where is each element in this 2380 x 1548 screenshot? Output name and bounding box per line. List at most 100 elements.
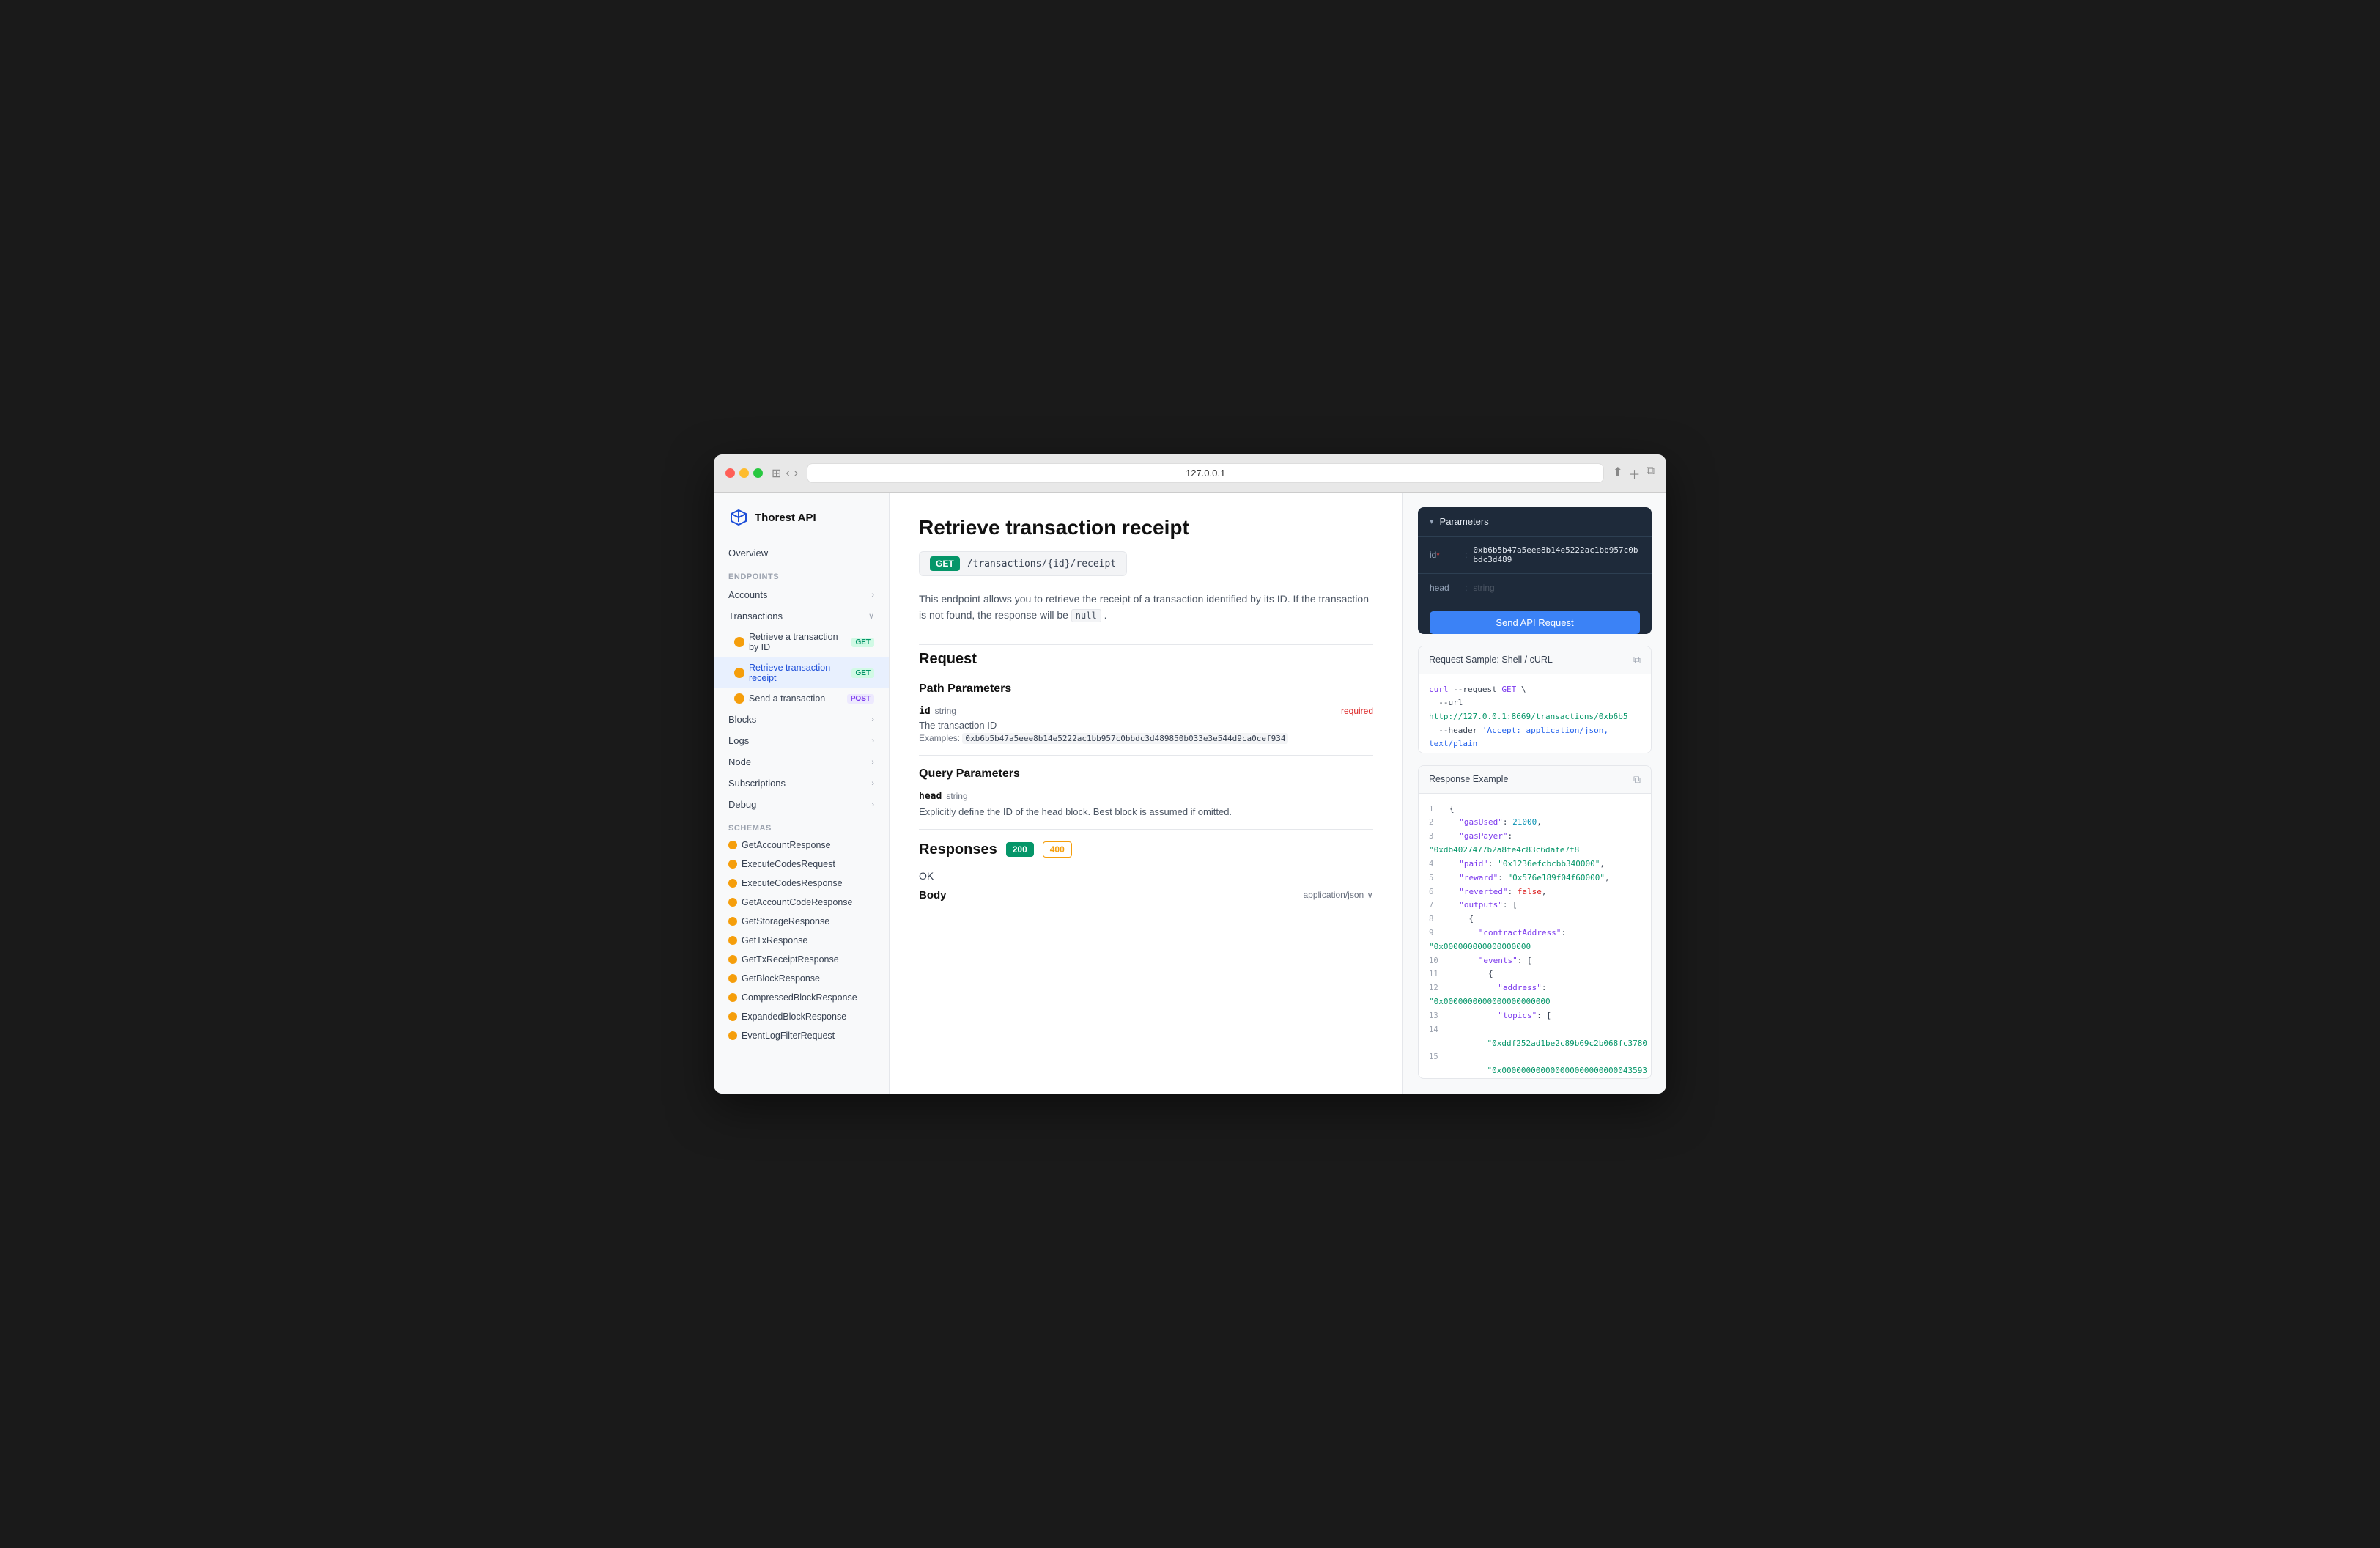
path-params-title: Path Parameters [919, 682, 1373, 696]
schema-item-get-account-code[interactable]: GetAccountCodeResponse [714, 893, 889, 912]
right-panel: ▾ Parameters id* : 0xb6b5b47a5eee8b14e52… [1402, 493, 1666, 1094]
sample-panel-header: Request Sample: Shell / cURL ⧉ [1419, 646, 1651, 674]
status-400-badge[interactable]: 400 [1043, 841, 1072, 858]
retrieve-tx-dot [734, 637, 744, 647]
close-button[interactable] [725, 468, 735, 478]
share-icon[interactable]: ⬆ [1613, 465, 1622, 482]
sample-panel-title[interactable]: Request Sample: Shell / cURL [1429, 655, 1553, 665]
head-param-desc: Explicitly define the ID of the head blo… [919, 806, 1373, 817]
head-param-name: head [919, 791, 942, 802]
minimize-button[interactable] [739, 468, 749, 478]
response-panel-title: Response Example [1429, 774, 1508, 784]
id-param-row: id string required The transaction ID Ex… [919, 706, 1373, 743]
sidebar-sub-item-retrieve-receipt[interactable]: Retrieve transaction receipt GET [714, 657, 889, 688]
logo-icon [728, 507, 749, 528]
main-content: Retrieve transaction receipt GET /transa… [890, 493, 1402, 1094]
sidebar-logo: Thorest API [714, 507, 889, 542]
head-param-row: head string Explicitly define the ID of … [919, 791, 1373, 817]
parameters-panel-header: ▾ Parameters [1418, 507, 1652, 537]
params-panel-title: Parameters [1440, 516, 1489, 527]
tabs-icon[interactable]: ⧉ [1647, 465, 1655, 482]
ok-label: OK [919, 870, 1373, 882]
head-param-type: string [946, 791, 967, 801]
sidebar-item-transactions[interactable]: Transactions ∨ [714, 605, 889, 627]
divider-2 [919, 829, 1373, 830]
send-tx-dot [734, 693, 744, 704]
back-button[interactable]: ‹ [786, 467, 789, 480]
sidebar-item-debug[interactable]: Debug › [714, 794, 889, 815]
browser-actions: ⬆ ＋ ⧉ [1613, 465, 1655, 482]
schema-item-get-account[interactable]: GetAccountResponse [714, 836, 889, 855]
maximize-button[interactable] [753, 468, 763, 478]
copy-icon[interactable]: ⧉ [1633, 654, 1641, 666]
sidebar-item-subscriptions[interactable]: Subscriptions › [714, 773, 889, 794]
transactions-sub-items: Retrieve a transaction by ID GET Retriev… [714, 627, 889, 709]
request-section-title: Request [919, 644, 1373, 668]
browser-controls: ⊞ ‹ › [772, 466, 798, 481]
schema-dot [728, 841, 737, 849]
retrieve-tx-method: GET [851, 638, 874, 647]
sidebar-sub-item-send-tx[interactable]: Send a transaction POST [714, 688, 889, 709]
schema-item-get-tx-receipt[interactable]: GetTxReceiptResponse [714, 950, 889, 969]
retrieve-receipt-dot [734, 668, 744, 678]
schema-dot [728, 898, 737, 907]
accounts-chevron: › [871, 591, 874, 600]
id-input-value[interactable]: 0xb6b5b47a5eee8b14e5222ac1bb957c0bbdc3d4… [1473, 545, 1640, 564]
id-param-name: id [919, 706, 931, 717]
schema-item-get-tx[interactable]: GetTxResponse [714, 931, 889, 950]
transactions-chevron: ∨ [868, 611, 874, 621]
send-api-button[interactable]: Send API Request [1430, 611, 1640, 634]
sidebar-item-overview[interactable]: Overview [714, 542, 889, 564]
response-code-area: 1{ 2 "gasUsed": 21000, 3 "gasPayer": "0x… [1419, 794, 1651, 1079]
id-param-desc: The transaction ID [919, 720, 1373, 731]
schema-dot [728, 1012, 737, 1021]
description: This endpoint allows you to retrieve the… [919, 591, 1373, 624]
id-param-example: Examples: 0xb6b5b47a5eee8b14e5222ac1bb95… [919, 733, 1373, 743]
response-example-panel: Response Example ⧉ 1{ 2 "gasUsed": 21000… [1418, 765, 1652, 1079]
body-title: Body [919, 889, 947, 902]
id-input-row: id* : 0xb6b5b47a5eee8b14e5222ac1bb957c0b… [1418, 537, 1652, 574]
sidebar-sub-item-retrieve-tx[interactable]: Retrieve a transaction by ID GET [714, 627, 889, 657]
schema-item-get-block[interactable]: GetBlockResponse [714, 969, 889, 988]
response-copy-icon[interactable]: ⧉ [1633, 773, 1641, 786]
schema-item-compressed-block[interactable]: CompressedBlockResponse [714, 988, 889, 1007]
schema-item-event-log-filter[interactable]: EventLogFilterRequest [714, 1026, 889, 1045]
id-input-label: id* [1430, 550, 1459, 560]
sidebar-toggle-icon[interactable]: ⊞ [772, 466, 781, 481]
retrieve-receipt-method: GET [851, 668, 874, 678]
browser-chrome: ⊞ ‹ › 127.0.0.1 ⬆ ＋ ⧉ [714, 454, 1666, 493]
schemas-section-label: SCHEMAS [714, 815, 889, 836]
get-badge: GET [930, 556, 960, 571]
sidebar: Thorest API Overview ENDPOINTS Accounts … [714, 493, 890, 1094]
null-code: null [1071, 609, 1101, 622]
new-tab-icon[interactable]: ＋ [1629, 465, 1641, 482]
head-input-placeholder[interactable]: string [1473, 583, 1494, 593]
sidebar-item-node[interactable]: Node › [714, 751, 889, 773]
url-bar[interactable]: 127.0.0.1 [807, 463, 1604, 483]
forward-button[interactable]: › [794, 467, 798, 480]
schema-dot [728, 860, 737, 869]
request-sample-panel: Request Sample: Shell / cURL ⧉ curl --re… [1418, 646, 1652, 753]
schema-dot [728, 879, 737, 888]
schema-item-execute-codes-res[interactable]: ExecuteCodesResponse [714, 874, 889, 893]
query-params-title: Query Parameters [919, 767, 1373, 781]
endpoint-path: /transactions/{id}/receipt [967, 559, 1117, 570]
blocks-chevron: › [871, 715, 874, 724]
schema-dot [728, 936, 737, 945]
sidebar-logo-text: Thorest API [755, 512, 816, 524]
schema-item-get-storage[interactable]: GetStorageResponse [714, 912, 889, 931]
responses-title: Responses [919, 841, 997, 858]
schema-dot [728, 917, 737, 926]
page-title: Retrieve transaction receipt [919, 516, 1373, 539]
status-200-badge[interactable]: 200 [1006, 842, 1034, 857]
endpoints-section-label: ENDPOINTS [714, 564, 889, 584]
sidebar-item-blocks[interactable]: Blocks › [714, 709, 889, 730]
schema-item-execute-codes-req[interactable]: ExecuteCodesRequest [714, 855, 889, 874]
sidebar-item-accounts[interactable]: Accounts › [714, 584, 889, 605]
id-example-value: 0xb6b5b47a5eee8b14e5222ac1bb957c0bbdc3d4… [962, 733, 1288, 744]
sidebar-item-logs[interactable]: Logs › [714, 730, 889, 751]
id-param-required: required [1341, 706, 1373, 716]
debug-chevron: › [871, 800, 874, 809]
send-tx-method: POST [847, 694, 874, 704]
schema-item-expanded-block[interactable]: ExpandedBlockResponse [714, 1007, 889, 1026]
